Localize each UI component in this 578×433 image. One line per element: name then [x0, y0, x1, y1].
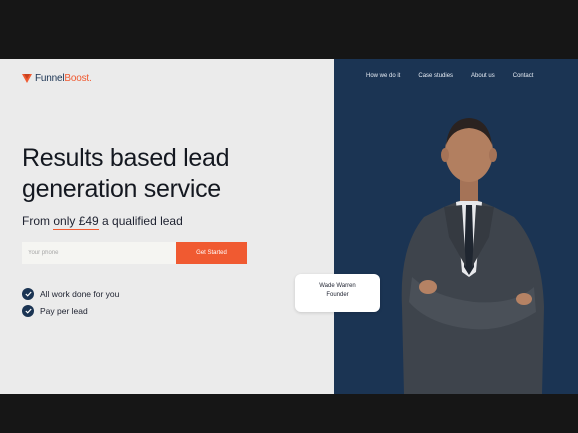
founder-portrait	[401, 118, 544, 394]
feature-item: Pay per lead	[22, 305, 119, 317]
lead-form: Get Started	[22, 242, 247, 264]
feature-label: All work done for you	[40, 289, 120, 299]
founder-role: Founder	[326, 292, 349, 298]
main-nav: How we do it Case studies About us Conta…	[366, 73, 533, 79]
get-started-button[interactable]: Get Started	[176, 242, 247, 264]
feature-label: Pay per lead	[40, 306, 88, 316]
founder-card: Wade Warren Founder	[295, 274, 380, 312]
feature-item: All work done for you	[22, 288, 119, 300]
price-highlight: only £49	[53, 214, 99, 230]
phone-input[interactable]	[22, 242, 176, 264]
nav-link-case-studies[interactable]: Case studies	[418, 73, 453, 79]
nav-link-how-we-do-it[interactable]: How we do it	[366, 73, 400, 79]
brand-logo[interactable]: FunnelBoost.	[22, 73, 92, 84]
nav-link-about-us[interactable]: About us	[471, 73, 495, 79]
hero-panel: FunnelBoost. Results based lead generati…	[0, 59, 334, 394]
founder-name: Wade Warren	[319, 283, 356, 289]
feature-list: All work done for you Pay per lead	[22, 288, 119, 322]
hero-title-line-1: Results based lead	[22, 144, 230, 172]
hero-title-line-2: generation service	[22, 175, 221, 203]
price-subtitle: From only £49 a qualified lead	[22, 214, 183, 230]
landing-page: FunnelBoost. Results based lead generati…	[0, 59, 578, 394]
brand-name: FunnelBoost.	[35, 73, 92, 84]
funnel-logo-icon	[22, 73, 32, 83]
check-icon	[22, 305, 34, 317]
hero-title: Results based lead generation service	[22, 143, 322, 205]
nav-link-contact[interactable]: Contact	[513, 73, 534, 79]
check-icon	[22, 288, 34, 300]
portrait-panel: How we do it Case studies About us Conta…	[334, 59, 578, 394]
